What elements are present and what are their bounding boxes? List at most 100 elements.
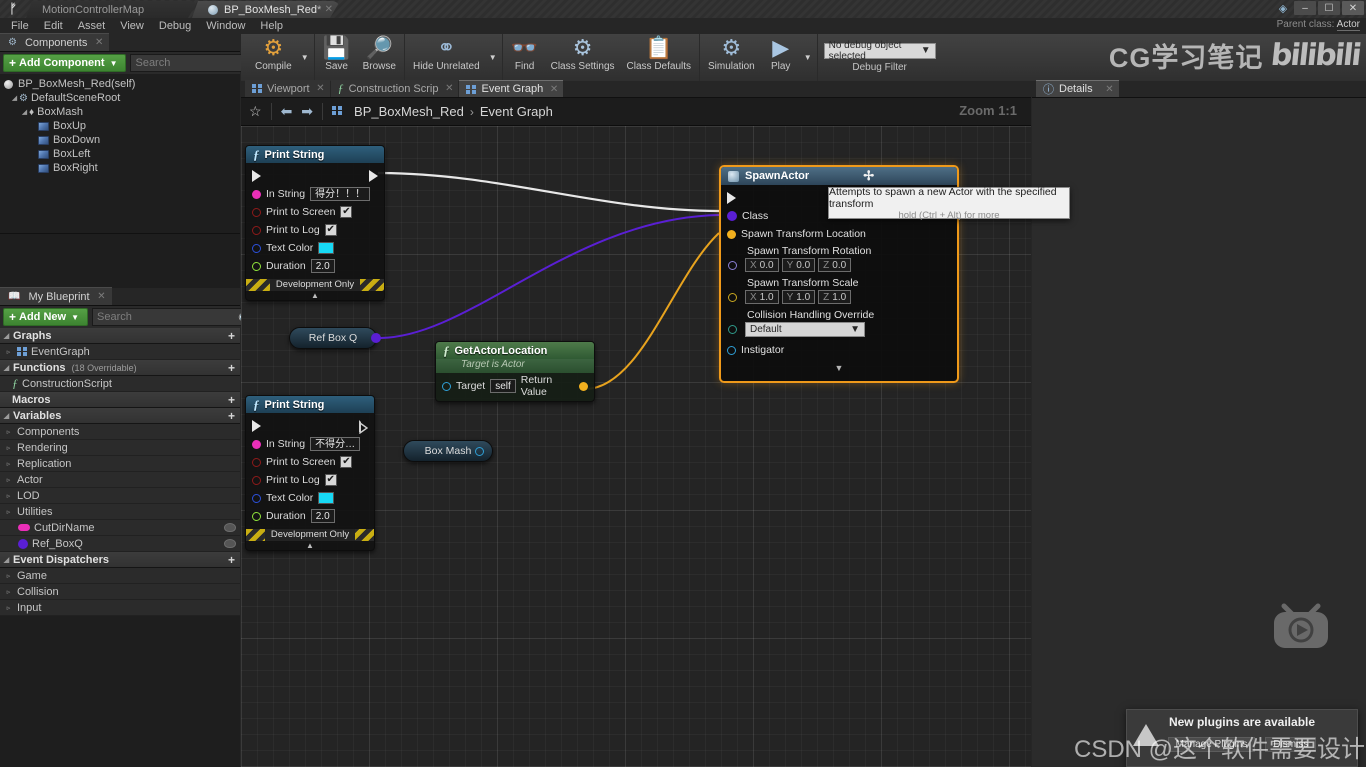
item-rendering-category[interactable]: ▹ Rendering	[0, 440, 240, 456]
tab-components[interactable]: ⚙ Components ✕	[0, 33, 110, 51]
node-box-mash[interactable]: Box Mash	[403, 440, 493, 462]
text-color-swatch[interactable]	[318, 492, 335, 504]
arrow-right-icon[interactable]: ➡	[301, 103, 313, 120]
class-settings-button[interactable]: ⚙ Class Settings	[545, 34, 621, 81]
simulation-button[interactable]: ⚙ Simulation	[702, 34, 761, 81]
exec-input-pin[interactable]	[252, 420, 261, 432]
close-icon[interactable]: ✕	[1105, 84, 1113, 95]
target-value[interactable]: self	[490, 379, 516, 393]
debug-object-select[interactable]: No debug object selected ▼	[823, 40, 936, 62]
exec-output-pin[interactable]	[359, 420, 368, 434]
save-button[interactable]: 💾 Save	[317, 34, 357, 81]
expand-arrow-icon[interactable]: ▹	[4, 348, 13, 356]
in-string-value[interactable]: 不得分…	[310, 437, 361, 451]
scale-z-field[interactable]: Z 1.0	[818, 290, 852, 304]
rotation-z-field[interactable]: Z 0.0	[818, 258, 852, 272]
close-icon[interactable]: ✕	[550, 84, 558, 95]
breadcrumb-leaf[interactable]: Event Graph	[480, 104, 553, 119]
section-functions[interactable]: ◢ Functions (18 Overridable) +	[0, 360, 240, 376]
tab-my-blueprint[interactable]: 📖 My Blueprint ✕	[0, 287, 112, 305]
class-pin-icon[interactable]	[727, 211, 737, 221]
expand-arrow-icon[interactable]: ◢	[2, 412, 11, 420]
hide-unrelated-dropdown-caret[interactable]: ▼	[486, 34, 500, 81]
item-utilities-category[interactable]: ▹ Utilities	[0, 504, 240, 520]
menu-view[interactable]: View	[113, 18, 151, 34]
duration-value[interactable]: 2.0	[310, 259, 335, 273]
close-icon[interactable]: ✕	[445, 83, 453, 94]
add-variable-button[interactable]: +	[226, 409, 237, 423]
star-icon[interactable]: ☆	[249, 103, 262, 120]
object-output-pin[interactable]	[475, 446, 484, 456]
item-variable-ref-boxq[interactable]: Ref_BoxQ	[0, 536, 240, 552]
node-ref-box-q[interactable]: Ref Box Q	[289, 327, 381, 349]
bool-pin-icon[interactable]	[252, 207, 261, 217]
item-input-category[interactable]: ▹ Input	[0, 600, 240, 616]
add-new-button[interactable]: + Add New ▼	[3, 308, 88, 326]
string-pin-icon[interactable]	[252, 189, 261, 199]
menu-window[interactable]: Window	[199, 18, 252, 34]
expand-arrow-icon[interactable]: ▹	[4, 476, 13, 484]
close-icon[interactable]: ✕	[325, 4, 333, 15]
item-lod-category[interactable]: ▹ LOD	[0, 488, 240, 504]
collapse-arrow-icon[interactable]: ▲	[246, 291, 384, 300]
bool-pin-icon[interactable]	[252, 225, 261, 235]
pawn-pin-icon[interactable]	[727, 345, 736, 355]
in-string-value[interactable]: 得分！！！	[310, 187, 371, 201]
node-get-actor-location[interactable]: ƒ GetActorLocation Target is Actor Targe…	[435, 341, 595, 402]
window-tab-bp-boxmesh-red[interactable]: BP_BoxMesh_Red * ✕	[192, 1, 340, 18]
bool-pin-icon[interactable]	[252, 475, 261, 485]
expand-arrow-icon[interactable]: ▹	[4, 460, 13, 468]
expand-arrow-icon[interactable]: ▹	[4, 444, 13, 452]
expand-arrow-icon[interactable]: ◢	[2, 556, 11, 564]
vector-scale-pin-icon[interactable]	[728, 292, 737, 302]
object-output-pin[interactable]	[371, 333, 381, 343]
exec-input-pin[interactable]	[252, 170, 261, 182]
object-pin-icon[interactable]	[442, 381, 451, 391]
close-icon[interactable]: ✕	[95, 37, 103, 48]
tab-event-graph[interactable]: Event Graph ✕	[459, 80, 564, 97]
component-row-boxdown[interactable]: BoxDown	[0, 133, 240, 147]
find-button[interactable]: 👓 Find	[505, 34, 545, 81]
expand-arrow-icon[interactable]: ◢	[10, 94, 19, 102]
rotator-pin-icon[interactable]	[728, 260, 737, 270]
expand-arrow-icon[interactable]: ▹	[4, 508, 13, 516]
arrow-left-icon[interactable]: ⬅	[281, 103, 293, 120]
item-variable-cutdirname[interactable]: CutDirName	[0, 520, 240, 536]
class-defaults-button[interactable]: 📋 Class Defaults	[621, 34, 697, 81]
close-icon[interactable]: ✕	[316, 83, 324, 94]
item-game-category[interactable]: ▹ Game	[0, 568, 240, 584]
item-eventgraph[interactable]: ▹ EventGraph	[0, 344, 240, 360]
item-collision-category[interactable]: ▹ Collision	[0, 584, 240, 600]
parent-class-value[interactable]: Actor	[1336, 19, 1360, 31]
duration-value[interactable]: 2.0	[310, 509, 335, 523]
expand-arrow-icon[interactable]: ▹	[4, 492, 13, 500]
dismiss-button[interactable]: Dismiss	[1265, 737, 1317, 752]
section-graphs[interactable]: ◢ Graphs +	[0, 328, 240, 344]
vector-pin-icon[interactable]	[727, 229, 736, 239]
collapse-arrow-icon[interactable]: ▲	[246, 541, 374, 550]
component-row-boxleft[interactable]: BoxLeft	[0, 147, 240, 161]
string-pin-icon[interactable]	[252, 439, 261, 449]
menu-file[interactable]: File	[4, 18, 36, 34]
menu-help[interactable]: Help	[253, 18, 290, 34]
visibility-eye-icon[interactable]	[224, 539, 236, 548]
expand-arrow-icon[interactable]: ◢	[20, 108, 29, 116]
browse-button[interactable]: 🔎 Browse	[357, 34, 402, 81]
component-row-boxup[interactable]: BoxUp	[0, 119, 240, 133]
minimize-button[interactable]: –	[1294, 1, 1316, 15]
print-to-screen-checkbox[interactable]: ✔	[340, 456, 353, 468]
text-color-swatch[interactable]	[318, 242, 335, 254]
expand-arrow-icon[interactable]: ▹	[4, 572, 13, 580]
exec-output-pin[interactable]	[369, 170, 378, 182]
node-header[interactable]: ƒ Print String	[246, 396, 374, 413]
tab-construction-script[interactable]: ƒ Construction Scrip ✕	[330, 80, 459, 97]
expand-arrow-icon[interactable]: ▹	[4, 588, 13, 596]
node-header[interactable]: ƒ GetActorLocation	[436, 342, 594, 359]
rotation-x-field[interactable]: X 0.0	[745, 258, 779, 272]
menu-debug[interactable]: Debug	[152, 18, 198, 34]
compile-button[interactable]: ⚙ Compile	[249, 34, 298, 81]
component-row-defaultsceneroot[interactable]: ◢ ⚙ DefaultSceneRoot	[0, 91, 240, 105]
linear-color-pin-icon[interactable]	[252, 493, 261, 503]
item-components-category[interactable]: ▹ Components	[0, 424, 240, 440]
section-variables[interactable]: ◢ Variables +	[0, 408, 240, 424]
